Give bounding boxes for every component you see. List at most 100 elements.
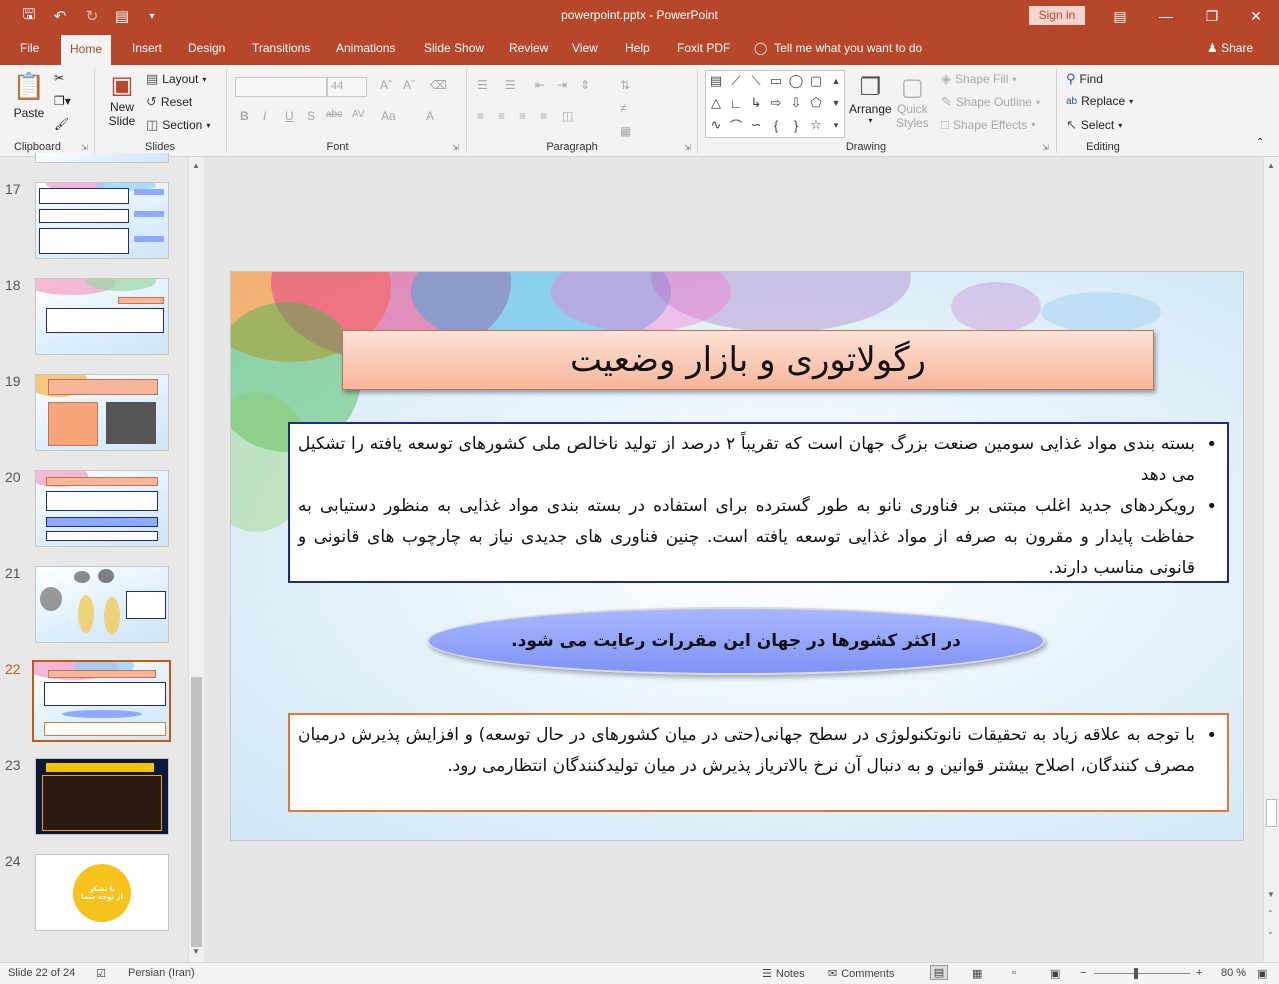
slide-thumbnail-20[interactable] <box>35 470 169 547</box>
tab-foxit-pdf[interactable]: Foxit PDF <box>668 32 739 65</box>
font-launcher-icon[interactable]: ⇲ <box>452 143 459 152</box>
gallery-more-icon[interactable]: ▾ <box>828 117 844 133</box>
slide-sorter-icon[interactable]: ▦ <box>972 967 982 980</box>
share-button[interactable]: ♟ Share <box>1198 32 1262 65</box>
tab-design[interactable]: Design <box>179 32 234 65</box>
tell-me-search[interactable]: ◯ Tell me what you want to do <box>745 32 931 65</box>
highlight-oval[interactable]: در اکثر کشورها در جهان این مقررات رعایت … <box>427 607 1045 675</box>
scroll-down-icon[interactable]: ▼ <box>1267 890 1275 899</box>
arrange-button[interactable]: ❐ Arrange ▾ <box>849 73 892 125</box>
undo-icon[interactable]: ↶ <box>48 5 72 27</box>
star-shape-icon[interactable]: ☆ <box>808 117 824 133</box>
align-text-icon[interactable]: ≠ <box>620 101 627 115</box>
language-indicator[interactable]: Persian (Iran) <box>128 967 195 979</box>
underline-icon[interactable]: U <box>285 109 294 123</box>
normal-view-icon[interactable]: ▤ <box>930 965 948 980</box>
scroll-up-icon[interactable]: ▲ <box>1267 161 1275 170</box>
clipboard-launcher-icon[interactable]: ⇲ <box>81 143 88 152</box>
scroll-up-icon[interactable]: ▲ <box>192 161 200 170</box>
justify-icon[interactable]: ≡ <box>540 109 547 123</box>
replace-button[interactable]: ab Replace ▾ <box>1066 94 1133 108</box>
collapse-ribbon-icon[interactable]: ⌃ <box>1256 137 1264 148</box>
textbox-shape-icon[interactable]: ▤ <box>708 73 724 89</box>
shape-effects-button[interactable]: □ Shape Effects ▾ <box>941 117 1035 132</box>
curve-shape-icon[interactable]: ∿ <box>708 117 724 133</box>
copy-icon[interactable]: ❐▾ <box>54 94 71 108</box>
strikethrough-icon[interactable]: abc <box>326 109 342 120</box>
slide-thumbnail-19[interactable] <box>35 374 169 451</box>
drawing-launcher-icon[interactable]: ⇲ <box>1042 143 1049 152</box>
numbering-icon[interactable]: ☰ <box>505 78 516 92</box>
oval-shape-icon[interactable]: ◯ <box>788 73 804 89</box>
line-shape-icon[interactable]: ⟍ <box>748 73 764 89</box>
font-name-combo[interactable] <box>235 77 327 97</box>
content-textbox-1[interactable]: بسته بندی مواد غذایی سومین صنعت بزرگ جها… <box>288 422 1229 583</box>
slide-thumbnail-18[interactable] <box>35 278 169 355</box>
slide-thumbnail-partial[interactable] <box>35 153 169 163</box>
select-button[interactable]: ↖ Select ▾ <box>1066 117 1122 133</box>
tab-slide-show[interactable]: Slide Show <box>415 32 493 65</box>
reading-view-icon[interactable]: ▫ <box>1012 967 1016 979</box>
font-color-icon[interactable]: A <box>426 109 434 123</box>
down-arrow-shape-icon[interactable]: ⇩ <box>788 95 804 111</box>
gallery-down-icon[interactable]: ▼ <box>828 95 844 111</box>
clear-formatting-icon[interactable]: ⌫ <box>430 78 447 92</box>
slide-show-icon[interactable]: ▣ <box>1050 967 1060 980</box>
tab-review[interactable]: Review <box>500 32 557 65</box>
tab-view[interactable]: View <box>563 32 607 65</box>
thumbnail-scrollbar[interactable]: ▲ ▼ <box>188 157 204 962</box>
slide-thumbnail-24[interactable]: با تشکر از توجه شما <box>35 854 169 931</box>
character-spacing-icon[interactable]: AV <box>352 109 365 120</box>
right-arrow-shape-icon[interactable]: ⇨ <box>768 95 784 111</box>
font-size-combo[interactable]: 44 <box>327 77 367 97</box>
find-button[interactable]: ⚲ Find <box>1066 71 1103 87</box>
elbow-connector-icon[interactable]: ∟ <box>728 95 744 111</box>
comments-button[interactable]: ✉ Comments <box>828 967 894 981</box>
tab-animations[interactable]: Animations <box>327 32 404 65</box>
previous-slide-icon[interactable]: ⌃ <box>1267 909 1274 918</box>
arc-shape-icon[interactable]: ⌒ <box>728 117 744 134</box>
line-spacing-icon[interactable]: ⇕ <box>580 78 590 92</box>
shape-fill-button[interactable]: ◈ Shape Fill ▾ <box>941 71 1016 87</box>
zoom-level[interactable]: 80 % <box>1221 967 1246 979</box>
new-slide-button[interactable]: ▣ New Slide <box>103 71 141 128</box>
align-left-icon[interactable]: ≡ <box>477 109 484 123</box>
italic-icon[interactable]: I <box>263 109 266 123</box>
format-painter-icon[interactable]: 🖌 <box>54 117 69 131</box>
zoom-slider[interactable] <box>1094 973 1190 974</box>
zoom-slider-thumb[interactable] <box>1134 968 1138 979</box>
restore-icon[interactable]: ❐ <box>1189 0 1235 32</box>
rectangle-shape-icon[interactable]: ▭ <box>768 73 784 89</box>
scroll-down-icon[interactable]: ▼ <box>192 947 200 956</box>
zoom-in-icon[interactable]: + <box>1196 967 1202 979</box>
shadow-icon[interactable]: S <box>307 109 315 123</box>
start-from-beginning-icon[interactable]: ▤ <box>110 5 134 27</box>
paste-button[interactable]: 📋 Paste <box>12 71 46 120</box>
sign-in-button[interactable]: Sign in <box>1029 6 1085 25</box>
increase-indent-icon[interactable]: ⇥ <box>557 78 567 92</box>
close-icon[interactable]: ✕ <box>1233 0 1279 32</box>
thumbnail-scroll-thumb[interactable] <box>191 677 202 947</box>
ribbon-display-options-icon[interactable]: ▤ <box>1097 0 1143 32</box>
align-right-icon[interactable]: ≡ <box>519 109 526 123</box>
canvas-scrollbar[interactable]: ▲ ▼ ⌃ ⌄ <box>1263 157 1279 962</box>
shape-outline-button[interactable]: ✎ Shape Outline ▾ <box>941 94 1040 110</box>
smartart-icon[interactable]: ▦ <box>620 124 631 138</box>
columns-icon[interactable]: ◫ <box>562 109 573 123</box>
bold-icon[interactable]: B <box>240 109 249 123</box>
tab-file[interactable]: File <box>11 32 48 65</box>
pentagon-shape-icon[interactable]: ⬠ <box>808 95 824 111</box>
paragraph-launcher-icon[interactable]: ⇲ <box>684 143 691 152</box>
tab-transitions[interactable]: Transitions <box>243 32 319 65</box>
save-icon[interactable]: 🖫 <box>17 5 41 27</box>
reset-button[interactable]: ↺ Reset <box>146 94 192 110</box>
quick-styles-button[interactable]: ▢ Quick Styles <box>896 73 929 130</box>
line-shape-icon[interactable]: ⟋ <box>728 73 744 89</box>
right-brace-shape-icon[interactable]: } <box>788 117 804 133</box>
tab-insert[interactable]: Insert <box>123 32 171 65</box>
bullets-icon[interactable]: ☰ <box>477 78 488 92</box>
text-direction-icon[interactable]: ⇅ <box>620 78 630 92</box>
slide-thumbnail-17[interactable] <box>35 182 169 259</box>
slide-thumbnail-22[interactable] <box>32 660 171 742</box>
triangle-shape-icon[interactable]: △ <box>708 95 724 111</box>
